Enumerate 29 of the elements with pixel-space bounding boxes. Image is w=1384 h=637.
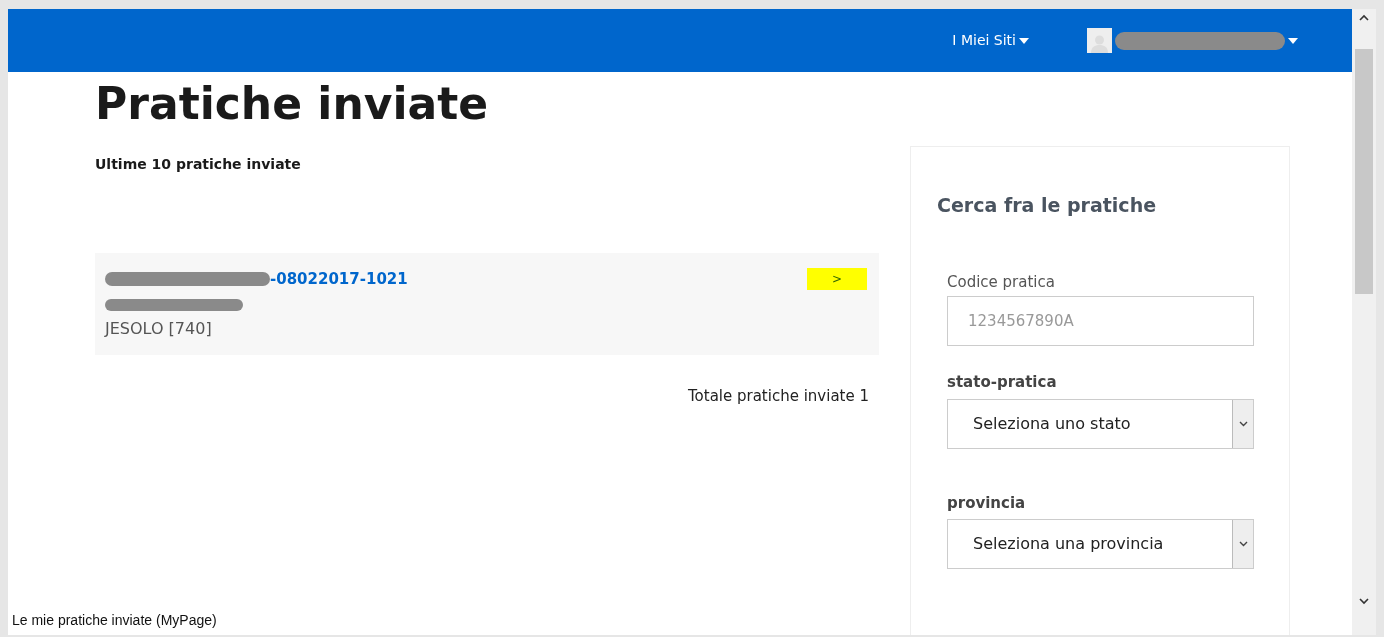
- page-subtitle: Ultime 10 pratiche inviate: [95, 155, 302, 174]
- page-title: Pratiche inviate: [95, 78, 490, 130]
- select-arrow-button[interactable]: [1232, 399, 1253, 448]
- select-field[interactable]: Seleziona una provincia: [947, 519, 1254, 569]
- select-value: Seleziona uno stato: [972, 412, 1132, 435]
- code-input-field[interactable]: 1234567890A: [947, 296, 1254, 346]
- status-text: Le mie pratiche inviate (MyPage): [12, 611, 218, 630]
- total-count: Totale pratiche inviate 1: [687, 386, 869, 407]
- select-arrow-button[interactable]: [1232, 520, 1253, 568]
- sites-menu-button[interactable]: I Miei Siti: [952, 30, 1029, 51]
- field-label: provincia: [947, 492, 1027, 514]
- caret-icon: [1288, 37, 1298, 44]
- chevron-down-icon: [1238, 541, 1248, 547]
- avatar-icon: [1087, 28, 1112, 53]
- scrollbar-thumb[interactable]: [1355, 49, 1373, 294]
- vertical-scrollbar[interactable]: [1352, 9, 1376, 635]
- field-label: stato-pratica: [947, 372, 1058, 393]
- search-panel-title: Cerca fra le pratiche: [937, 193, 1158, 218]
- select-field[interactable]: Seleziona uno stato: [947, 398, 1254, 449]
- caret-icon: [1019, 37, 1029, 44]
- scroll-down-icon[interactable]: [1359, 598, 1369, 605]
- submission-code-link[interactable]: -08022017-1021: [270, 268, 408, 291]
- field-label: Codice pratica: [947, 271, 1056, 293]
- open-submission-button[interactable]: >: [807, 268, 867, 290]
- scroll-up-icon[interactable]: [1359, 14, 1369, 21]
- submission-location: JESOLO [740]: [105, 317, 213, 340]
- select-value: Seleziona una provincia: [972, 533, 1165, 555]
- user-menu-button[interactable]: [1087, 28, 1298, 53]
- chevron-down-icon: [1238, 420, 1248, 427]
